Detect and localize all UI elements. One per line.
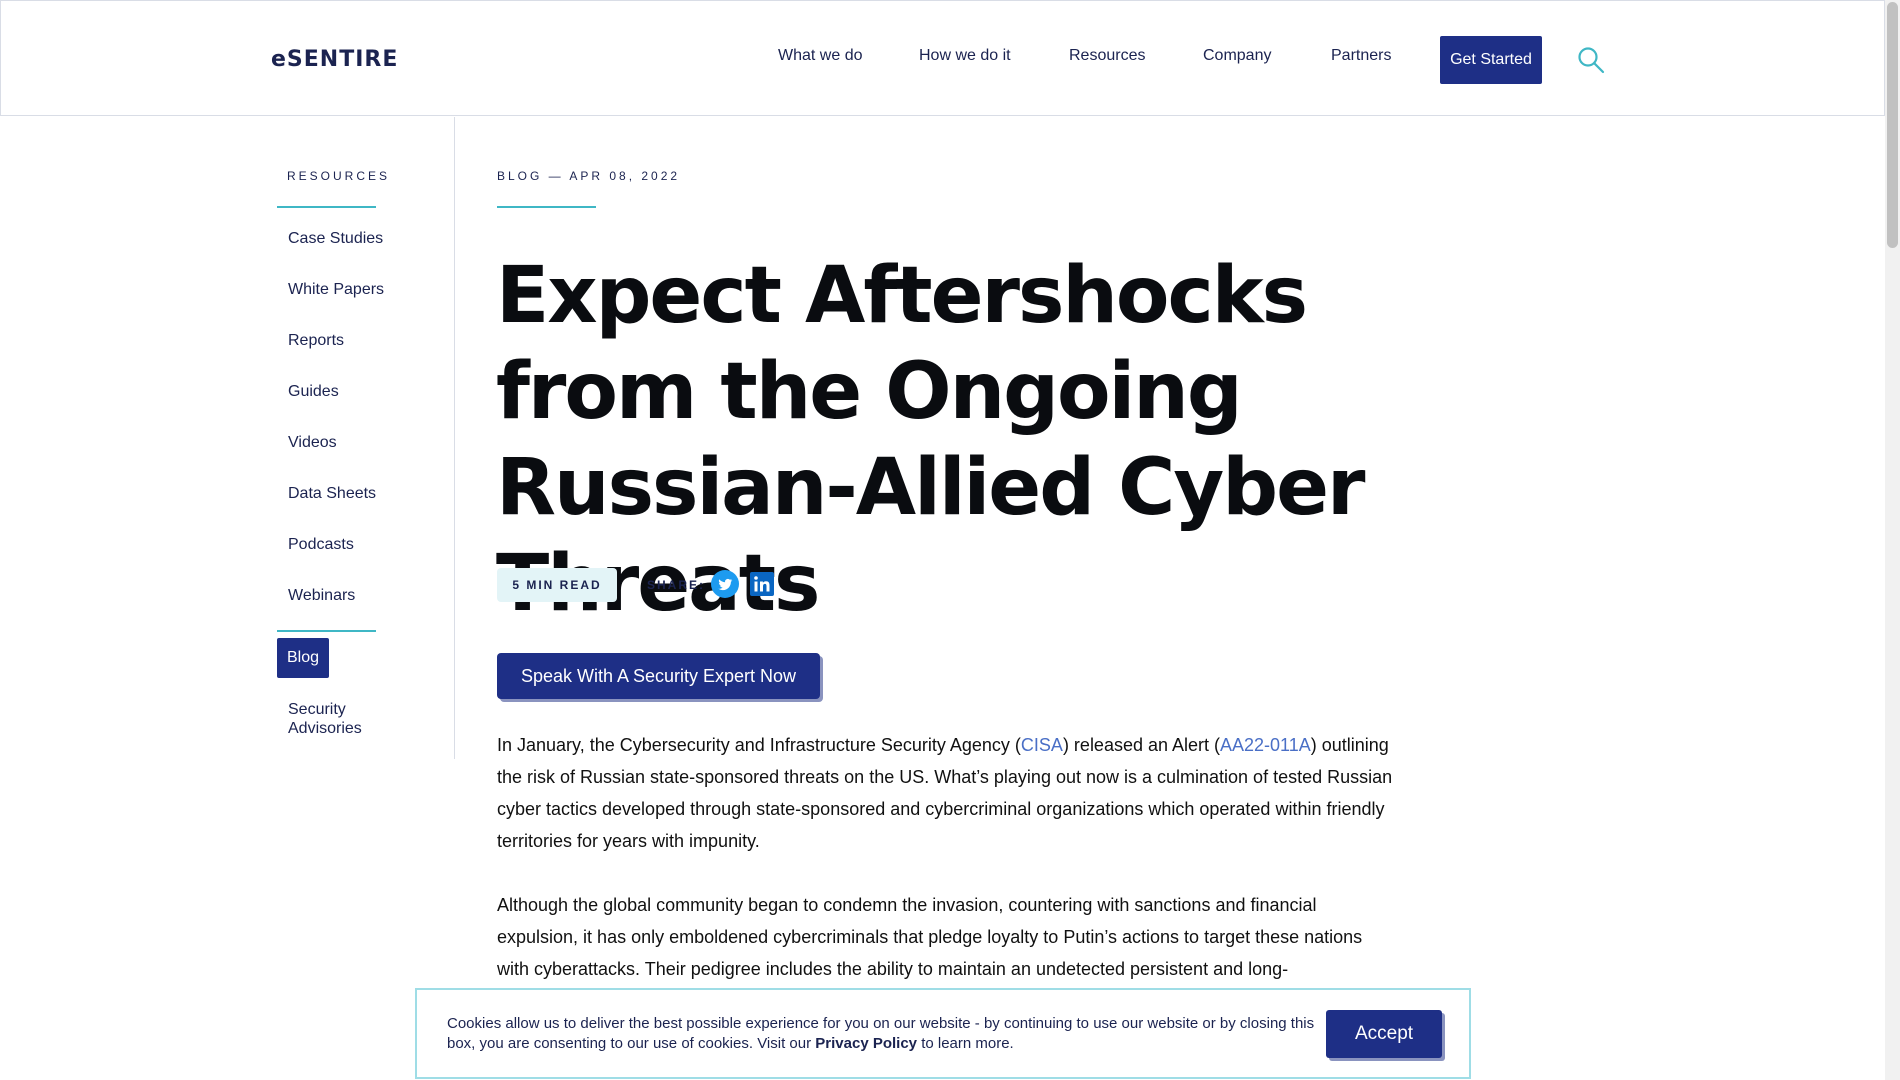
nav-how-we-do-it[interactable]: How we do it	[919, 47, 1011, 65]
nav-company[interactable]: Company	[1203, 47, 1271, 65]
sidebar-item-security-advisories[interactable]: Security Advisories	[288, 700, 398, 738]
scrollbar-thumb[interactable]	[1887, 2, 1898, 248]
sidebar-rule-top	[277, 206, 376, 208]
cookie-text-tail: to learn more.	[921, 1035, 1014, 1052]
article-paragraph-1: In January, the Cybersecurity and Infras…	[497, 729, 1397, 857]
accept-cookies-button[interactable]: Accept	[1326, 1010, 1442, 1058]
nav-what-we-do[interactable]: What we do	[778, 47, 862, 65]
article-paragraph-2: Although the global community began to c…	[497, 895, 1363, 979]
twitter-icon[interactable]	[711, 570, 739, 598]
cookie-message: Cookies allow us to deliver the best pos…	[447, 1014, 1317, 1054]
sidebar-item-reports[interactable]: Reports	[288, 332, 344, 350]
nav-partners[interactable]: Partners	[1331, 47, 1391, 65]
search-icon[interactable]	[1577, 46, 1605, 74]
sidebar-divider	[454, 117, 455, 759]
sidebar-item-guides[interactable]: Guides	[288, 383, 339, 401]
article-meta-rule	[497, 206, 596, 208]
cookie-banner: Cookies allow us to deliver the best pos…	[415, 988, 1471, 1079]
sidebar-rule-bottom	[277, 630, 376, 632]
get-started-button[interactable]: Get Started	[1440, 36, 1542, 84]
sidebar-item-blog[interactable]: Blog	[277, 638, 329, 678]
site-header: eSENTIRE What we do How we do it Resourc…	[0, 0, 1885, 116]
privacy-policy-link[interactable]: Privacy Policy	[815, 1035, 917, 1052]
sidebar-item-data-sheets[interactable]: Data Sheets	[288, 485, 376, 503]
share-label: SHARE:	[647, 578, 706, 592]
esentire-logo[interactable]: eSENTIRE	[271, 47, 398, 72]
paragraph-text: In January, the Cybersecurity and Infras…	[497, 735, 1021, 755]
sidebar-item-case-studies[interactable]: Case Studies	[288, 230, 383, 248]
sidebar-item-white-papers[interactable]: White Papers	[288, 281, 384, 299]
read-time-badge: 5 MIN READ	[497, 568, 617, 602]
linkedin-icon[interactable]	[750, 572, 774, 596]
sidebar-item-webinars[interactable]: Webinars	[288, 587, 355, 605]
cisa-link[interactable]: CISA	[1021, 735, 1063, 755]
sidebar-item-podcasts[interactable]: Podcasts	[288, 536, 354, 554]
article-meta: BLOG — APR 08, 2022	[497, 169, 681, 183]
nav-resources[interactable]: Resources	[1069, 47, 1145, 65]
paragraph-text: ) released an Alert (	[1062, 735, 1221, 755]
alert-aa22-011a-link[interactable]: AA22-011A	[1220, 735, 1311, 755]
speak-with-expert-button[interactable]: Speak With A Security Expert Now	[497, 653, 820, 699]
sidebar-heading: RESOURCES	[287, 169, 391, 183]
sidebar-item-videos[interactable]: Videos	[288, 434, 337, 452]
article-title: Expect Aftershocks from the Ongoing Russ…	[496, 251, 1365, 629]
